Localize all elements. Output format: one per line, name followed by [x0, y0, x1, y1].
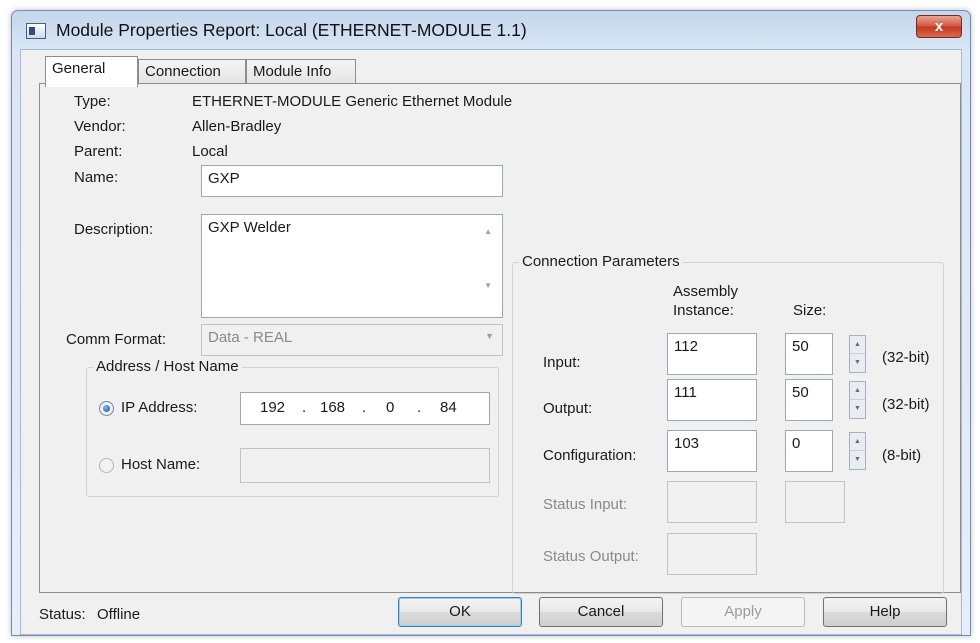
status-value: Offline — [97, 606, 141, 623]
description-textarea[interactable]: GXP Welder ▲ ▼ — [201, 214, 503, 318]
configuration-size-unit: (8-bit) — [882, 447, 922, 464]
general-tab-panel: Type: ETHERNET-MODULE Generic Ethernet M… — [39, 83, 961, 594]
output-instance-field[interactable]: 111 — [667, 379, 757, 421]
chevron-down-icon: ▼ — [485, 331, 494, 341]
cancel-button[interactable]: Cancel — [539, 597, 663, 627]
output-label: Output: — [543, 400, 593, 417]
configuration-label: Configuration: — [543, 447, 637, 464]
connection-parameters-groupbox: Connection Parameters Assembly Instance:… — [512, 253, 944, 594]
ip-dot-2: . — [362, 399, 367, 416]
output-size-unit: (32-bit) — [882, 396, 930, 413]
spin-up-icon[interactable]: ▲ — [850, 336, 865, 354]
help-button[interactable]: Help — [823, 597, 947, 627]
ip-octet-2: 168 — [320, 399, 346, 416]
comm-format-value: Data - REAL — [208, 329, 293, 346]
ip-octet-4: 84 — [440, 399, 457, 416]
input-instance-field[interactable]: 112 — [667, 333, 757, 375]
dialog-client-area: General Connection Module Info Type: ETH… — [20, 49, 962, 635]
size-header: Size: — [793, 302, 827, 319]
tab-general-label: General — [52, 60, 106, 77]
input-label: Input: — [543, 354, 581, 371]
parent-label: Parent: — [74, 143, 123, 160]
status-input-instance-field[interactable] — [667, 481, 757, 523]
comm-format-label: Comm Format: — [66, 331, 167, 348]
parent-value: Local — [192, 143, 228, 160]
tab-connection[interactable]: Connection — [138, 59, 246, 85]
type-value: ETHERNET-MODULE Generic Ethernet Module — [192, 93, 513, 110]
tab-general[interactable]: General — [45, 56, 138, 87]
ip-address-input[interactable]: 192 . 168 . 0 . 84 — [240, 392, 490, 425]
configuration-size-field[interactable]: 0 — [785, 430, 833, 472]
status-label: Status: — [39, 606, 86, 623]
configuration-instance-field[interactable]: 103 — [667, 430, 757, 472]
input-size-field[interactable]: 50 — [785, 333, 833, 375]
title-bar[interactable]: Module Properties Report: Local (ETHERNE… — [12, 11, 970, 49]
assembly-header: Assembly — [673, 283, 739, 300]
spin-down-icon[interactable]: ▼ — [850, 400, 865, 418]
module-properties-dialog: Module Properties Report: Local (ETHERNE… — [11, 10, 971, 636]
scroll-up-icon[interactable]: ▲ — [484, 227, 492, 236]
name-input[interactable]: GXP — [201, 165, 503, 197]
status-input-label: Status Input: — [543, 496, 628, 513]
ip-octet-1: 192 — [260, 399, 286, 416]
host-name-label: Host Name: — [121, 456, 201, 473]
window-title: Module Properties Report: Local (ETHERNE… — [56, 20, 527, 40]
status-output-instance-field[interactable] — [667, 533, 757, 575]
app-icon — [26, 23, 46, 39]
description-label: Description: — [74, 221, 154, 238]
instance-header: Instance: — [673, 302, 734, 319]
address-groupbox: Address / Host Name IP Address: 192 . 16… — [86, 358, 499, 497]
vendor-value: Allen-Bradley — [192, 118, 282, 135]
spin-down-icon[interactable]: ▼ — [850, 451, 865, 469]
status-output-label: Status Output: — [543, 548, 639, 565]
close-button[interactable]: x — [916, 15, 962, 38]
ip-address-radio[interactable] — [99, 401, 114, 416]
input-size-stepper[interactable]: ▲ ▼ — [849, 335, 866, 373]
address-group-title: Address / Host Name — [93, 358, 242, 375]
name-label: Name: — [74, 169, 119, 186]
host-name-input[interactable] — [240, 448, 490, 483]
ok-button[interactable]: OK — [398, 597, 522, 627]
apply-button[interactable]: Apply — [681, 597, 805, 627]
scroll-down-icon[interactable]: ▼ — [484, 281, 492, 290]
tab-module-info[interactable]: Module Info — [246, 59, 356, 85]
tab-module-info-label: Module Info — [253, 63, 332, 80]
ip-address-label: IP Address: — [121, 399, 198, 416]
tab-connection-label: Connection — [145, 63, 221, 80]
spin-down-icon[interactable]: ▼ — [850, 354, 865, 372]
status-input-size-field[interactable] — [785, 481, 845, 523]
output-size-field[interactable]: 50 — [785, 379, 833, 421]
ip-dot-1: . — [302, 399, 307, 416]
host-name-radio[interactable] — [99, 458, 114, 473]
spin-up-icon[interactable]: ▲ — [850, 382, 865, 400]
type-label: Type: — [74, 93, 111, 110]
ip-octet-3: 0 — [386, 399, 395, 416]
configuration-size-stepper[interactable]: ▲ ▼ — [849, 432, 866, 470]
close-icon: x — [934, 18, 944, 35]
output-size-stepper[interactable]: ▲ ▼ — [849, 381, 866, 419]
ip-dot-3: . — [417, 399, 422, 416]
vendor-label: Vendor: — [74, 118, 126, 135]
input-size-unit: (32-bit) — [882, 349, 930, 366]
comm-format-select[interactable]: Data - REAL ▼ — [201, 324, 503, 356]
description-text: GXP Welder — [208, 219, 291, 236]
connection-parameters-title: Connection Parameters — [519, 253, 683, 270]
spin-up-icon[interactable]: ▲ — [850, 433, 865, 451]
